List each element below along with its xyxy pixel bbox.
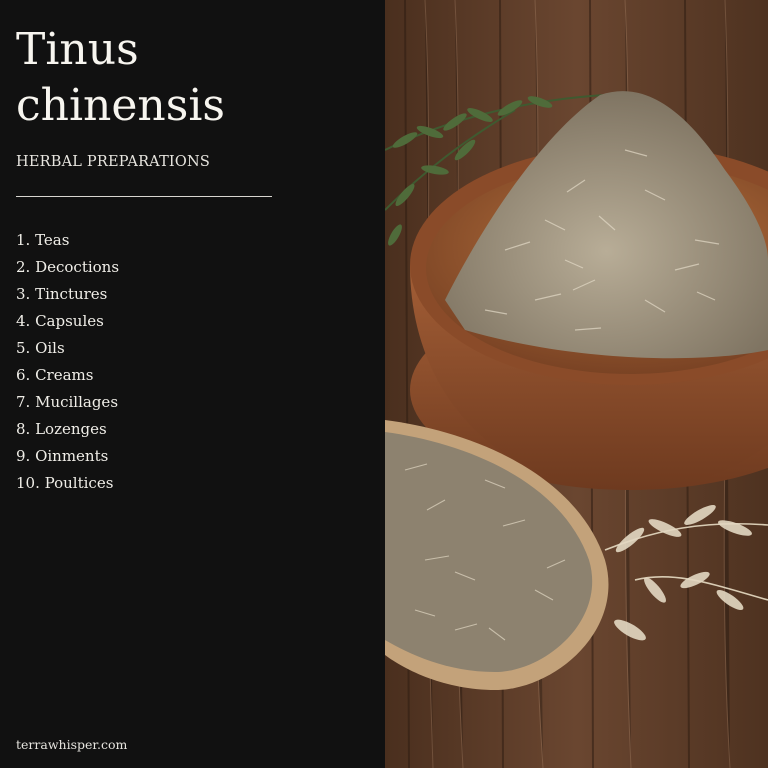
page-title: Tinus chinensis bbox=[16, 24, 225, 131]
list-item: 8. Lozenges bbox=[16, 420, 107, 438]
site-url: terrawhisper.com bbox=[16, 737, 128, 752]
herb-card: Tinus chinensis HERBAL PREPARATIONS 1. T… bbox=[0, 0, 768, 768]
list-item: 6. Creams bbox=[16, 366, 94, 384]
preparations-list: 1. Teas 2. Decoctions 3. Tinctures 4. Ca… bbox=[16, 227, 385, 497]
list-item: 3. Tinctures bbox=[16, 285, 108, 303]
herb-photo-illustration bbox=[385, 0, 768, 768]
list-item: 4. Capsules bbox=[16, 312, 104, 330]
list-item: 1. Teas bbox=[16, 231, 70, 249]
list-item: 9. Oinments bbox=[16, 447, 109, 465]
text-panel: Tinus chinensis HERBAL PREPARATIONS 1. T… bbox=[0, 0, 385, 768]
subtitle: HERBAL PREPARATIONS bbox=[16, 154, 210, 170]
herb-photo bbox=[385, 0, 768, 768]
divider bbox=[16, 196, 272, 197]
list-item: 7. Mucillages bbox=[16, 393, 119, 411]
list-item: 5. Oils bbox=[16, 339, 65, 357]
list-item: 2. Decoctions bbox=[16, 258, 120, 276]
list-item: 10. Poultices bbox=[16, 474, 114, 492]
